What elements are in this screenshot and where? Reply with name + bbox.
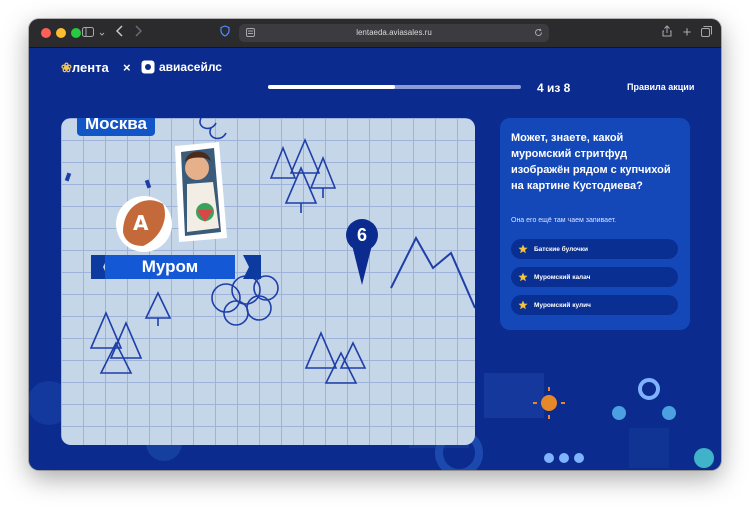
quiz-progress-fill (268, 85, 395, 89)
forward-icon[interactable] (133, 25, 143, 41)
question-counter: 4 из 8 (537, 81, 571, 95)
lenta-logo-text: лента (71, 60, 109, 75)
svg-text:A: A (133, 211, 149, 235)
reload-icon[interactable] (533, 25, 543, 41)
answer-option-label: Батские булочки (534, 245, 589, 253)
lenta-logo[interactable]: ❀лента (61, 60, 109, 76)
answer-option[interactable]: Батские булочки (511, 239, 678, 259)
quiz-progress-bar (268, 85, 521, 89)
aviasales-logo-icon (141, 60, 155, 74)
maximize-window-button[interactable] (71, 28, 81, 38)
back-icon[interactable] (115, 25, 125, 41)
kustodiev-painting-illustration: A (116, 142, 227, 252)
route-marker (346, 219, 378, 285)
answer-option-label: Муромский калач (534, 273, 591, 281)
new-tab-icon[interactable]: + (681, 25, 693, 41)
chevron-down-icon[interactable] (99, 25, 105, 41)
rules-link[interactable]: Правила акции (627, 82, 694, 92)
answer-option[interactable]: Муромский кулич (511, 295, 678, 315)
star-icon (518, 244, 528, 254)
route-marker-number: 6 (356, 225, 367, 245)
address-bar[interactable]: lentaeda.aviasales.ru (239, 24, 549, 42)
quiz-hint: Она его ещё там чаем запивает. (511, 217, 617, 224)
tab-overview-icon[interactable] (700, 25, 712, 41)
sidebar-icon[interactable] (81, 25, 95, 41)
url-text: lentaeda.aviasales.ru (356, 28, 432, 37)
answer-option-label: Муромский кулич (534, 301, 591, 309)
quiz-panel: Может, знаете, какой муромский стритфуд … (500, 118, 690, 330)
share-icon[interactable] (661, 25, 673, 41)
aviasales-logo[interactable]: авиасейлс (141, 60, 222, 74)
quiz-question: Может, знаете, какой муромский стритфуд … (511, 132, 671, 192)
lenta-logo-icon: ❀ (61, 60, 72, 75)
city-label-murom: Муром (105, 255, 235, 279)
browser-window: lentaeda.aviasales.ru + ❀лента × авиасей… (29, 19, 721, 470)
star-icon (518, 300, 528, 310)
page-content: ❀лента × авиасейлс 4 из 8 Правила акции … (29, 48, 721, 470)
answer-option[interactable]: Муромский калач (511, 267, 678, 287)
route-map: Москва A Муром 6 (61, 118, 475, 445)
aviasales-logo-text: авиасейлс (159, 60, 222, 74)
close-window-button[interactable] (41, 28, 51, 38)
browser-toolbar: lentaeda.aviasales.ru + (29, 19, 721, 48)
minimize-window-button[interactable] (56, 28, 66, 38)
logo-separator: × (123, 60, 131, 75)
star-icon (518, 272, 528, 282)
shield-icon[interactable] (219, 25, 231, 41)
